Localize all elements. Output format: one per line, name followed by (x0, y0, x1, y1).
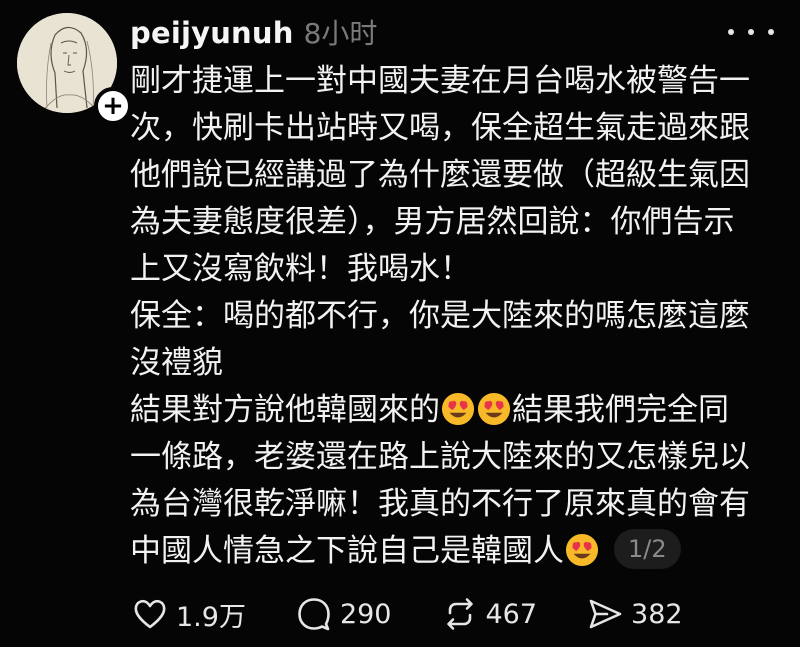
action-bar: 1.9万 290 467 382 (132, 590, 733, 638)
post-line-with-emoji: 中國人情急之下說自己是韓國人 1/2 (130, 528, 780, 575)
heart-eyes-emoji (477, 392, 511, 426)
post-line: 沒禮貌 (130, 345, 223, 381)
more-dots-icon (728, 29, 734, 35)
timestamp: 8小时 (303, 17, 378, 50)
send-icon (589, 599, 622, 629)
like-count: 1.9万 (176, 601, 246, 633)
share-button[interactable]: 382 (587, 596, 683, 632)
comment-count: 290 (339, 598, 392, 630)
heart-eyes-emoji (565, 533, 599, 567)
comment-bubble-icon (298, 598, 330, 631)
post-line: 次，快刷卡出站時又喝，保全超生氣走過來跟 (130, 110, 750, 146)
heart-eyes-emoji (441, 392, 475, 426)
plus-icon: + (102, 91, 124, 121)
more-button[interactable] (728, 22, 774, 42)
repost-icon (446, 598, 473, 630)
post-line: 為台灣很乾淨嘛！我真的不行了原來真的會有 (130, 486, 750, 522)
post-line: 一條路，老婆還在路上說大陸來的又怎樣兒以 (130, 439, 750, 475)
post-line-part: 中國人情急之下說自己是韓國人 (130, 533, 564, 569)
repost-button[interactable]: 467 (442, 596, 538, 632)
like-button[interactable]: 1.9万 (132, 595, 246, 634)
follow-button[interactable]: + (94, 87, 132, 125)
post-line: 他們說已經講過了為什麼還要做（超級生氣因 (130, 157, 750, 193)
post-line: 剛才捷運上一對中國夫妻在月台喝水被警告一 (130, 63, 750, 99)
comment-button[interactable]: 290 (296, 596, 392, 632)
post-line-part: 結果我們完全同 (512, 392, 729, 428)
username[interactable]: peijyunuh (130, 16, 294, 50)
share-count: 382 (631, 598, 683, 630)
post-header: peijyunuh 8小时 (130, 12, 377, 52)
avatar-container[interactable]: + (17, 13, 132, 125)
repost-count: 467 (485, 598, 538, 630)
post-line: 上又沒寫飲料！我喝水！ (130, 251, 471, 287)
post-line-part: 結果對方說他韓國來的 (130, 392, 440, 428)
page-indicator[interactable]: 1/2 (614, 529, 681, 569)
heart-icon (134, 599, 166, 629)
post-line: 保全：喝的都不行，你是大陸來的嗎怎麼這麼 (130, 298, 750, 334)
post-line: 為夫妻態度很差），男方居然回說：你們告示 (130, 204, 735, 240)
post-line-with-emoji: 結果對方說他韓國來的 結果我們完全同 (130, 387, 780, 434)
post-text: 剛才捷運上一對中國夫妻在月台喝水被警告一 次，快刷卡出站時又喝，保全超生氣走過來… (130, 58, 780, 575)
